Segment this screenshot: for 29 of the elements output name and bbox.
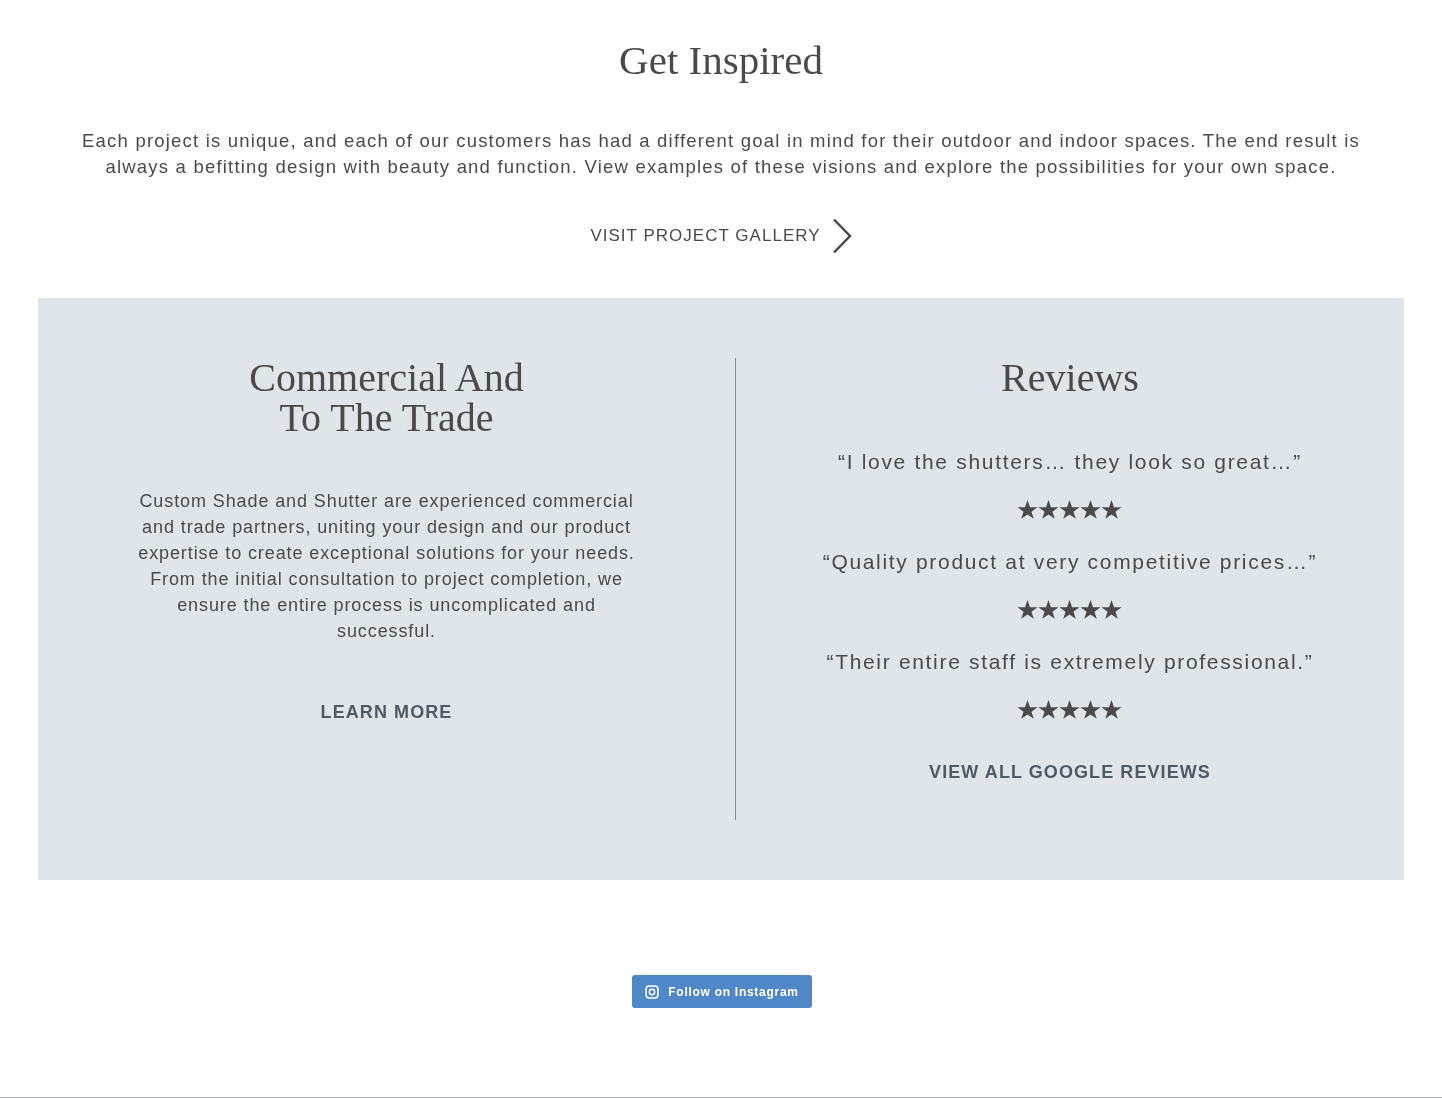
star-icon <box>1059 700 1081 720</box>
star-icon <box>1101 600 1123 620</box>
section-heading: Get Inspired <box>619 36 823 84</box>
reviews-heading: Reviews <box>1001 358 1139 398</box>
intro-paragraph: Each project is unique, and each of our customers has had a different goal in mind for their outdoor and indoor spaces. The end result is always a befitting design with beauty and function. View examples of these visions and explore the possibilities for your own space. <box>81 129 1361 179</box>
star-icon <box>1038 500 1060 520</box>
instagram-icon <box>645 984 660 999</box>
review-quote: “Their entire staff is extremely professional.” <box>826 649 1314 675</box>
star-icon <box>1059 500 1081 520</box>
chevron-right-icon <box>831 218 852 254</box>
star-icon <box>1017 600 1039 620</box>
star-icon <box>1101 700 1123 720</box>
star-icon <box>1017 700 1039 720</box>
visit-gallery-link[interactable]: VISIT PROJECT GALLERY <box>590 218 852 254</box>
star-icon <box>1101 500 1123 520</box>
star-icon <box>1038 600 1060 620</box>
star-icon <box>1080 500 1102 520</box>
learn-more-link[interactable]: LEARN MORE <box>320 699 453 726</box>
commercial-heading: Commercial And To The Trade <box>248 358 525 438</box>
review-quote: “I love the shutters… they look so great…” <box>838 449 1302 475</box>
star-icon <box>1017 500 1039 520</box>
instagram-follow-button[interactable]: Follow on Instagram <box>632 975 812 1008</box>
star-icon <box>1059 600 1081 620</box>
star-icon <box>1080 600 1102 620</box>
star-icon <box>1080 700 1102 720</box>
star-icon <box>1038 700 1060 720</box>
google-reviews-link[interactable]: VIEW ALL GOOGLE REVIEWS <box>929 759 1211 786</box>
review-quote: “Quality product at very competitive prices…” <box>822 549 1318 575</box>
commercial-paragraph: Custom Shade and Shutter are experienced commercial and trade partners, uniting your design and our product expertise to create exceptional solutions for your needs. From the initial consultation to project completion, we ensure the entire process is uncomplicated and successful. <box>137 490 636 643</box>
